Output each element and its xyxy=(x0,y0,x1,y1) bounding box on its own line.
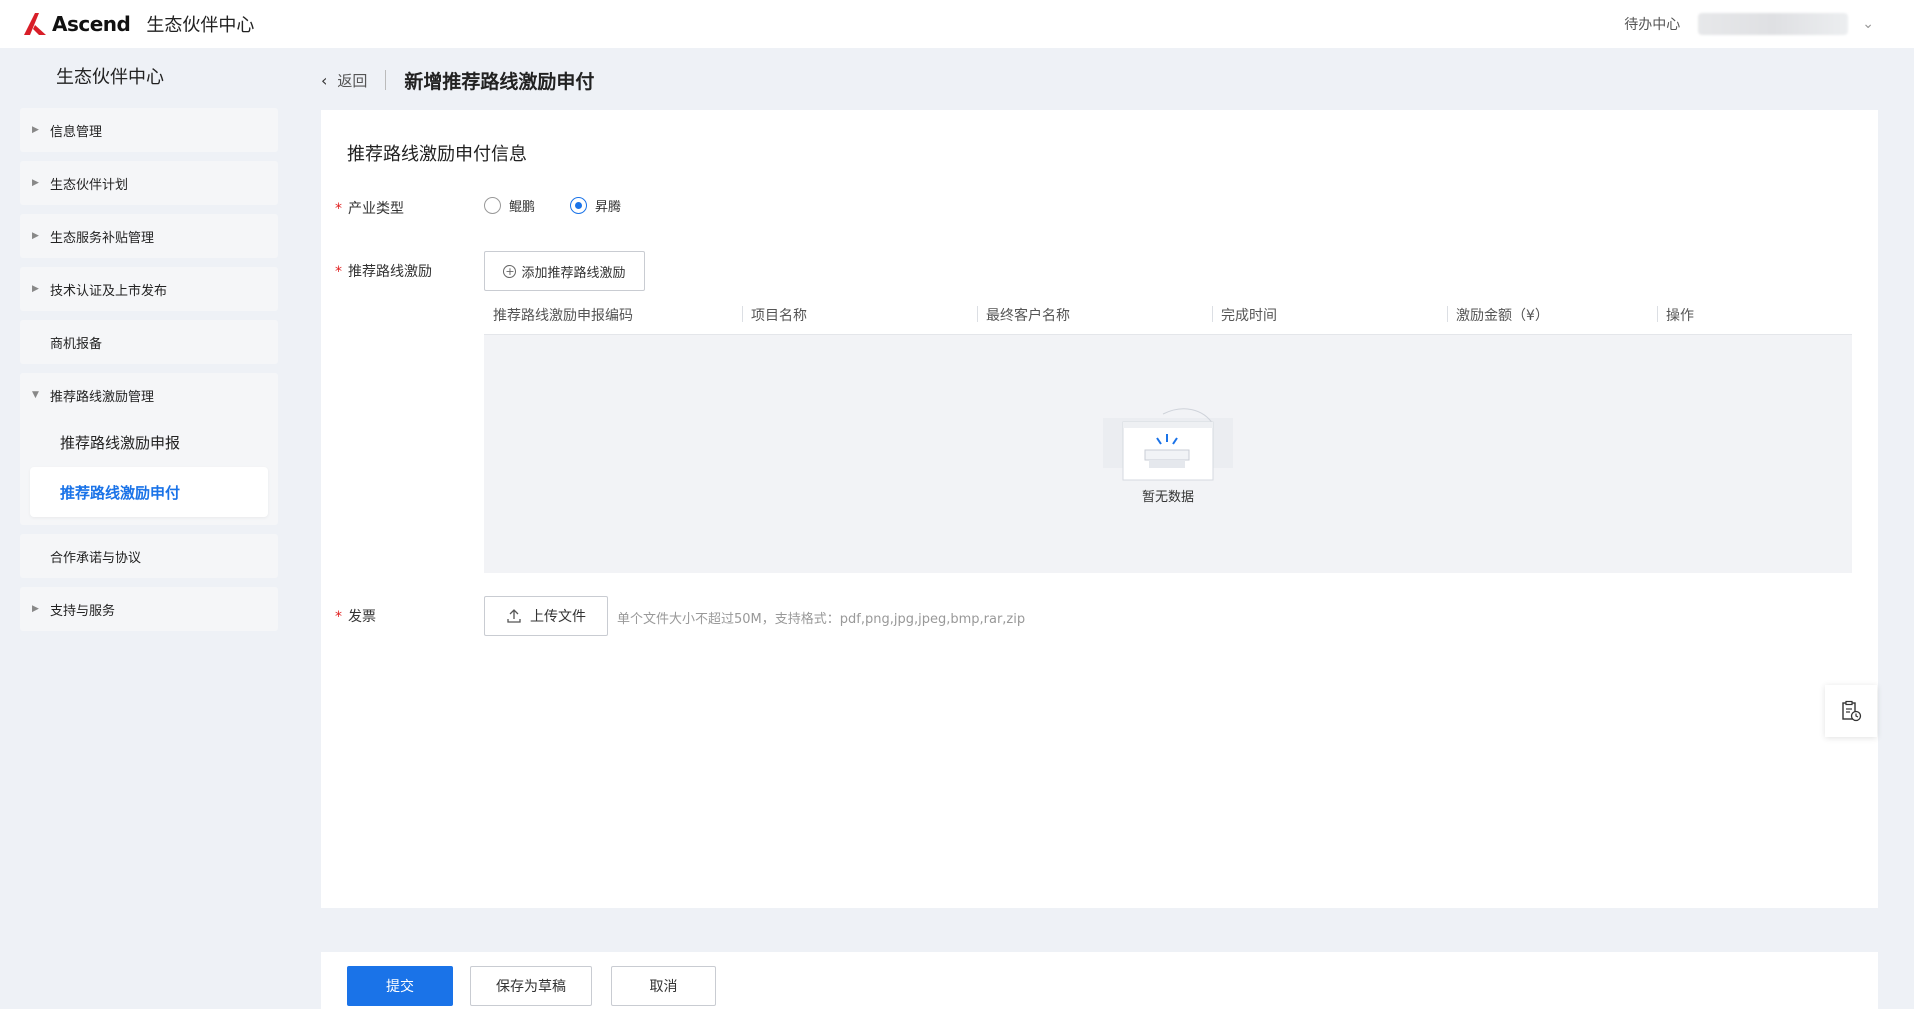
column-header: 完成时间 xyxy=(1212,305,1447,325)
required-mark: * xyxy=(335,264,342,280)
caret-right-icon: ▶ xyxy=(32,604,39,614)
required-mark: * xyxy=(335,201,342,217)
sidebar-item-label: 技术认证及上市发布 xyxy=(50,283,168,299)
sidebar-title: 生态伙伴中心 xyxy=(56,67,164,88)
plus-circle-icon: + xyxy=(503,264,517,278)
sidebar-item-info-management[interactable]: ▶ 信息管理 xyxy=(20,108,278,152)
column-header: 最终客户名称 xyxy=(977,305,1212,325)
sidebar-item-label: 合作承诺与协议 xyxy=(50,550,142,566)
divider xyxy=(385,70,387,90)
sidebar-subitem-incentive-payment[interactable]: 推荐路线激励申付 xyxy=(30,467,268,517)
user-name-blurred[interactable] xyxy=(1698,13,1849,35)
sidebar-subitem-incentive-declare[interactable]: 推荐路线激励申报 xyxy=(20,417,278,467)
sidebar-item-agreements[interactable]: 合作承诺与协议 xyxy=(20,534,278,578)
column-header: 推荐路线激励申报编码 xyxy=(493,307,633,324)
ascend-logo-icon xyxy=(24,13,46,35)
empty-box-icon xyxy=(1103,407,1233,480)
radio-circle[interactable] xyxy=(484,197,501,214)
todo-center-link[interactable]: 待办中心 xyxy=(1624,14,1680,34)
radio-ascend[interactable]: 昇腾 xyxy=(570,196,621,215)
radio-label: 鲲鹏 xyxy=(509,200,536,215)
chevron-down-icon[interactable]: ⌄ xyxy=(1862,16,1874,32)
sidebar-item-label: 信息管理 xyxy=(50,124,103,140)
add-route-incentive-button[interactable]: + 添加推荐路线激励 xyxy=(484,251,645,291)
sidebar-group-route-incentive: ▼ 推荐路线激励管理 推荐路线激励申报 推荐路线激励申付 xyxy=(20,373,278,525)
submit-button[interactable]: 提交 xyxy=(347,966,453,1006)
label-text: 产业类型 xyxy=(348,201,404,217)
sidebar-item-label: 推荐路线激励管理 xyxy=(50,389,155,405)
brand-name: 生态伙伴中心 xyxy=(146,15,255,36)
radio-label: 昇腾 xyxy=(595,200,622,215)
caret-right-icon: ▶ xyxy=(32,125,39,135)
sidebar-item-label: 商机报备 xyxy=(50,336,103,352)
caret-right-icon: ▶ xyxy=(32,284,39,294)
form-card: 推荐路线激励申付信息 * 产业类型 鲲鹏 昇腾 * 推荐路线激励 + 添加推荐路线激… xyxy=(321,110,1878,908)
page-header: ‹ 返回 新增推荐路线激励申付 xyxy=(321,60,594,100)
back-link[interactable]: 返回 xyxy=(337,70,367,91)
sidebar-item-partner-plan[interactable]: ▶ 生态伙伴计划 xyxy=(20,161,278,205)
button-label: 添加推荐路线激励 xyxy=(521,265,626,281)
sidebar-item-opportunity-report[interactable]: 商机报备 xyxy=(20,320,278,364)
upload-icon xyxy=(507,609,521,623)
cancel-button[interactable]: 取消 xyxy=(611,966,716,1006)
sidebar-item-label: 生态伙伴计划 xyxy=(50,177,129,193)
clipboard-clock-icon xyxy=(1842,700,1862,722)
sidebar-item-support[interactable]: ▶ 支持与服务 xyxy=(20,587,278,631)
action-bar: 提交 保存为草稿 取消 xyxy=(321,952,1878,1009)
logo-text: Ascend xyxy=(52,12,131,36)
button-label: 上传文件 xyxy=(530,609,586,625)
save-draft-button[interactable]: 保存为草稿 xyxy=(470,966,592,1006)
sidebar-item-tech-certification[interactable]: ▶ 技术认证及上市发布 xyxy=(20,267,278,311)
ascend-logo[interactable]: Ascend xyxy=(22,11,131,37)
sidebar-item-service-subsidy[interactable]: ▶ 生态服务补贴管理 xyxy=(20,214,278,258)
sidebar-item-label: 生态服务补贴管理 xyxy=(50,230,155,246)
column-header: 操作 xyxy=(1657,305,1807,325)
radio-circle-checked[interactable] xyxy=(570,197,587,214)
radio-kunpeng[interactable]: 鲲鹏 xyxy=(484,196,535,215)
caret-down-icon: ▼ xyxy=(32,390,39,400)
route-incentive-label: * 推荐路线激励 xyxy=(335,261,432,281)
label-text: 发票 xyxy=(348,609,376,625)
sidebar-item-label: 支持与服务 xyxy=(50,603,116,619)
empty-text: 暂无数据 xyxy=(1141,489,1194,505)
floating-clipboard-button[interactable] xyxy=(1825,685,1877,737)
sidebar: 生态伙伴中心 ▶ 信息管理 ▶ 生态伙伴计划 ▶ 生态服务补贴管理 ▶ 技术认证… xyxy=(20,48,278,640)
table-header: 推荐路线激励申报编码 项目名称 最终客户名称 完成时间 激励金额（¥） 操作 xyxy=(484,295,1852,335)
table-empty-state: 暂无数据 xyxy=(484,335,1852,573)
label-text: 推荐路线激励 xyxy=(348,264,432,280)
caret-right-icon: ▶ xyxy=(32,231,39,241)
column-header: 激励金额（¥） xyxy=(1447,305,1657,325)
invoice-label: * 发票 xyxy=(335,606,376,626)
section-title: 推荐路线激励申付信息 xyxy=(347,144,527,165)
industry-type-label: * 产业类型 xyxy=(335,198,404,218)
top-bar: Ascend 生态伙伴中心 待办中心 ⌄ xyxy=(0,0,1914,48)
sidebar-item-route-incentive[interactable]: ▼ 推荐路线激励管理 xyxy=(20,373,278,417)
required-mark: * xyxy=(335,609,342,625)
upload-file-button[interactable]: 上传文件 xyxy=(484,596,608,636)
chevron-left-icon[interactable]: ‹ xyxy=(321,71,327,90)
caret-right-icon: ▶ xyxy=(32,178,39,188)
page-title: 新增推荐路线激励申付 xyxy=(404,70,595,93)
column-header: 项目名称 xyxy=(742,305,977,325)
upload-hint: 单个文件大小不超过50M，支持格式：pdf,png,jpg,jpeg,bmp,r… xyxy=(617,612,1026,627)
